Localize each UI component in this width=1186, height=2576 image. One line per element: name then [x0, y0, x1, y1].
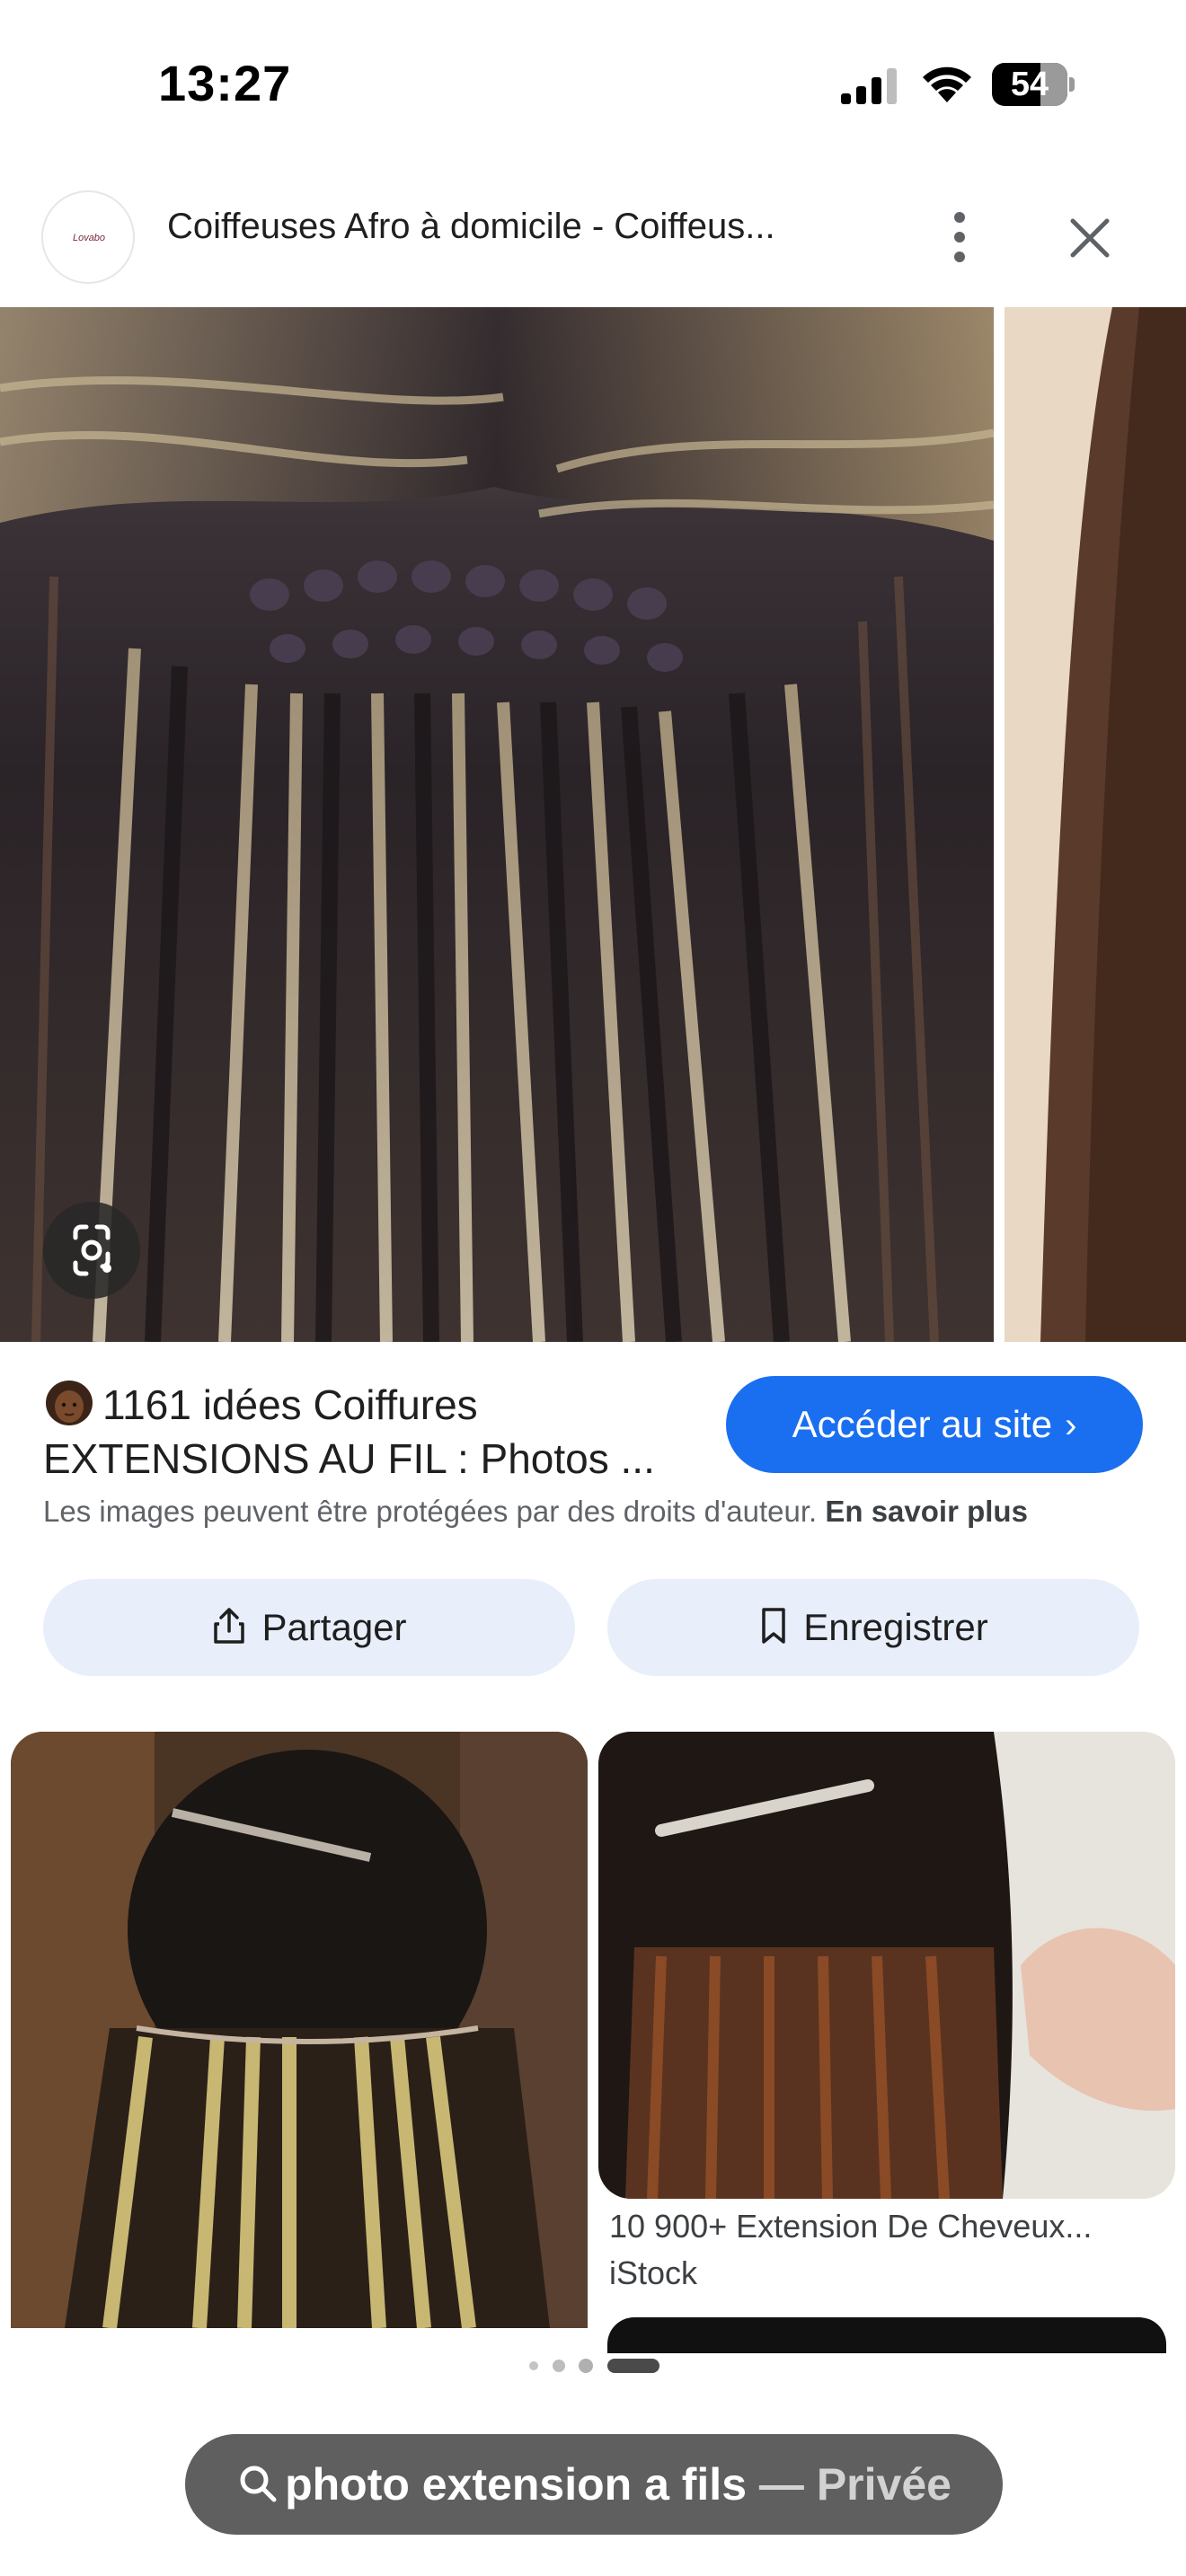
related-image-2[interactable] [598, 1732, 1175, 2199]
search-bar[interactable]: photo extension a fils — Privée [185, 2434, 1003, 2535]
site-favicon[interactable]: Lovabo [41, 190, 135, 284]
copyright-notice: Les images peuvent être protégées par de… [43, 1495, 1175, 1529]
main-image[interactable] [0, 307, 994, 1342]
battery-level: 54 [1010, 66, 1049, 103]
share-button[interactable]: Partager [43, 1579, 575, 1676]
result-title-line1: 1161 idées Coiffures [102, 1381, 478, 1428]
learn-more-link[interactable]: En savoir plus [825, 1495, 1028, 1528]
search-icon [240, 2466, 277, 2502]
related-image-3-peek[interactable] [607, 2317, 1166, 2353]
save-label: Enregistrer [803, 1606, 988, 1648]
search-query: photo extension a fils [285, 2459, 748, 2510]
bookmark-icon [762, 1608, 786, 1644]
related-image-1[interactable] [11, 1732, 588, 2328]
cellular-signal-icon [841, 68, 897, 104]
battery-indicator: 54 [992, 63, 1075, 106]
result-title-line2: EXTENSIONS AU FIL : Photos ... [43, 1435, 655, 1482]
page-indicator [529, 2359, 659, 2373]
private-mode-label: — Privée [758, 2459, 951, 2510]
wifi-icon [923, 66, 971, 102]
visit-site-label: Accéder au site [792, 1403, 1053, 1445]
status-time: 13:27 [158, 55, 292, 111]
next-image-preview[interactable] [1005, 307, 1186, 1342]
more-vert-icon[interactable] [934, 201, 985, 273]
visit-site-button[interactable]: Accéder au site › [726, 1376, 1143, 1473]
share-label: Partager [261, 1606, 407, 1648]
chevron-right-icon: › [1065, 1406, 1077, 1445]
woman-emoji-icon [46, 1381, 93, 1425]
copyright-text: Les images peuvent être protégées par de… [43, 1495, 818, 1528]
related-caption[interactable]: 10 900+ Extension De Cheveux... [609, 2208, 1166, 2245]
related-source: iStock [609, 2254, 698, 2291]
google-lens-button[interactable] [43, 1202, 140, 1299]
site-title[interactable]: Coiffeuses Afro à domicile - Coiffeus... [167, 207, 868, 247]
status-bar: 13:27 54 [0, 0, 1186, 171]
share-icon [214, 1608, 245, 1644]
result-title[interactable]: 1161 idées Coiffures EXTENSIONS AU FIL :… [43, 1378, 690, 1486]
favicon-logo: Lovabo [72, 233, 106, 243]
close-icon[interactable] [1060, 208, 1120, 268]
save-button[interactable]: Enregistrer [607, 1579, 1139, 1676]
image-viewer-header: Lovabo Coiffeuses Afro à domicile - Coif… [0, 180, 1186, 305]
lens-icon [73, 1224, 111, 1276]
